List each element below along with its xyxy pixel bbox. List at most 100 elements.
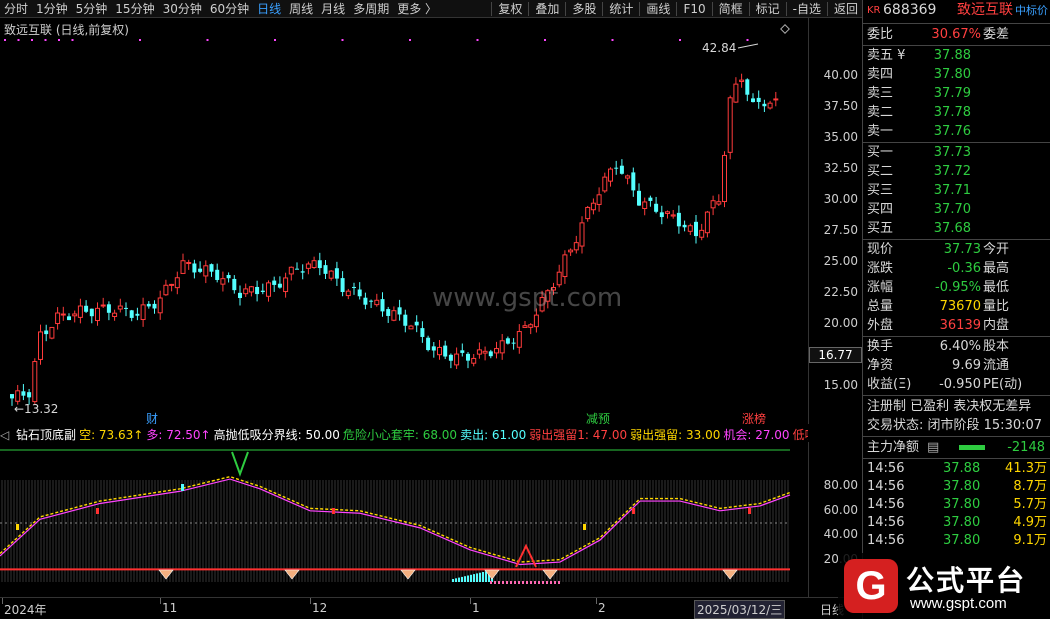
tick-time: 14:56	[867, 461, 905, 476]
period-tab-6[interactable]: 日线	[253, 0, 285, 18]
tick-time: 14:56	[867, 533, 905, 548]
flow-bar	[554, 581, 556, 584]
bid-row: 买三 37.71	[863, 181, 1050, 200]
main-flow-label: 主力净额	[867, 440, 920, 455]
ask-price: 37.88	[933, 48, 971, 63]
tool-button-2[interactable]: 多股	[568, 0, 600, 18]
tool-button-1[interactable]: 叠加	[531, 0, 563, 18]
period-tab-1[interactable]: 1分钟	[32, 0, 72, 18]
flow-bar	[546, 581, 548, 584]
candle-body	[27, 392, 32, 398]
candle-body	[670, 214, 676, 217]
quote-value: -0.95%	[935, 280, 981, 295]
candle-body	[448, 354, 453, 361]
indicator-tick: 60.00	[823, 502, 858, 517]
tick-price: 37.80	[943, 533, 981, 548]
candle-body	[21, 391, 26, 396]
candle-body	[334, 268, 339, 279]
flow-bar	[510, 581, 512, 584]
candle-body	[209, 264, 214, 272]
period-tab-4[interactable]: 30分钟	[159, 0, 206, 18]
calendar-icon[interactable]: ▤	[927, 438, 939, 457]
tick-row: 14:56 37.80 4.9万	[863, 513, 1050, 532]
stat-label-2: 流通	[983, 358, 1010, 373]
candle-body	[414, 321, 419, 326]
indicator-value-0: 空: 73.63↑	[79, 428, 144, 442]
bid-label: 买五	[867, 221, 894, 236]
period-toolbar: 分时 1分钟 5分钟 15分钟 30分钟 60分钟 日线 周线 月线 多周期 更多 〉 复权 叠加 多股统…	[0, 0, 862, 18]
candle-body	[260, 290, 265, 293]
tool-button-0[interactable]: 复权	[494, 0, 526, 18]
sell-marker	[632, 508, 635, 514]
period-tab-3[interactable]: 15分钟	[111, 0, 158, 18]
event-marker: 涨榜	[742, 411, 766, 424]
stat-row: 净资 9.69 流通	[863, 356, 1050, 375]
flow-bar	[452, 579, 454, 582]
flow-bar	[479, 572, 481, 582]
tick-price: 37.80	[943, 479, 981, 494]
bid-row: 买四 37.70	[863, 200, 1050, 219]
quote-value: 36139	[939, 318, 981, 333]
period-tab-2[interactable]: 5分钟	[72, 0, 112, 18]
toolbar-separator	[565, 1, 567, 16]
signal-dot	[746, 39, 749, 41]
tick-price: 37.80	[943, 515, 981, 530]
candle-body	[345, 290, 351, 297]
signal-dot	[4, 39, 6, 41]
quote-label: 外盘	[867, 318, 894, 333]
indicator-chart[interactable]	[0, 442, 808, 597]
stat-label-2: PE(动)	[983, 377, 1023, 392]
date-label: 2024年	[4, 603, 47, 617]
candlestick-chart[interactable]: 42.84 ←13.32 财 减预 涨榜	[0, 18, 808, 424]
toolbar-separator	[676, 1, 678, 16]
candle-body	[186, 262, 192, 265]
tool-button-9[interactable]: 返回	[830, 0, 862, 18]
candle-body	[55, 312, 61, 325]
trade-status-row: 交易状态: 闭市阶段 15:30:07	[863, 416, 1050, 435]
period-tab-10[interactable]: 更多 〉	[393, 0, 441, 18]
candle-body	[77, 305, 83, 318]
period-tab-0[interactable]: 分时	[0, 0, 32, 18]
candle-body	[305, 263, 311, 269]
flow-bar	[464, 576, 466, 582]
candle-body	[117, 305, 123, 310]
stat-row: 换手 6.40% 股本	[863, 337, 1050, 356]
signal-dot	[71, 39, 74, 41]
price-tick: 40.00	[823, 68, 858, 82]
period-tab-9[interactable]: 多周期	[349, 0, 393, 18]
tool-button-6[interactable]: 简框	[715, 0, 747, 18]
tool-button-4[interactable]: 画线	[642, 0, 674, 18]
candle-body	[403, 314, 408, 326]
tool-button-8[interactable]: -自选	[789, 0, 825, 18]
candle-body	[363, 297, 368, 305]
candle-body	[631, 172, 636, 191]
bid-price: 37.72	[933, 164, 971, 179]
candle-body	[722, 154, 727, 203]
candle-body	[488, 351, 493, 357]
candle-body	[67, 316, 71, 321]
quote-panel: KR 688369 致远互联 中标价 委比 30.67% 委差 卖五 ¥37.88 卖四 37.8…	[862, 0, 1050, 619]
warn-marker	[16, 524, 19, 530]
flow-bar	[473, 574, 475, 582]
tool-button-5[interactable]: F10	[679, 0, 709, 18]
indicator-tick: 80.00	[823, 478, 858, 493]
candle-body	[648, 197, 653, 201]
candle-body	[203, 265, 209, 277]
weibi-label: 委比	[867, 27, 894, 42]
tool-button-3[interactable]: 统计	[605, 0, 637, 18]
period-tab-8[interactable]: 月线	[317, 0, 349, 18]
period-tab-5[interactable]: 60分钟	[206, 0, 253, 18]
bid-row: 买五 37.68	[863, 219, 1050, 238]
date-label: 1	[472, 601, 480, 615]
tick-row: 14:56 37.88 41.3万	[863, 459, 1050, 478]
signal-dot	[341, 39, 344, 41]
watermark: www.gspt.com	[432, 283, 623, 313]
quote-label: 涨幅	[867, 280, 894, 295]
tool-button-7[interactable]: 标记	[752, 0, 784, 18]
candle-body	[243, 288, 249, 295]
candle-body	[106, 304, 111, 313]
indicator-tick: 40.00	[823, 527, 858, 542]
candle-body	[408, 325, 414, 330]
period-tab-7[interactable]: 周线	[285, 0, 317, 18]
flow-bar	[494, 581, 496, 584]
